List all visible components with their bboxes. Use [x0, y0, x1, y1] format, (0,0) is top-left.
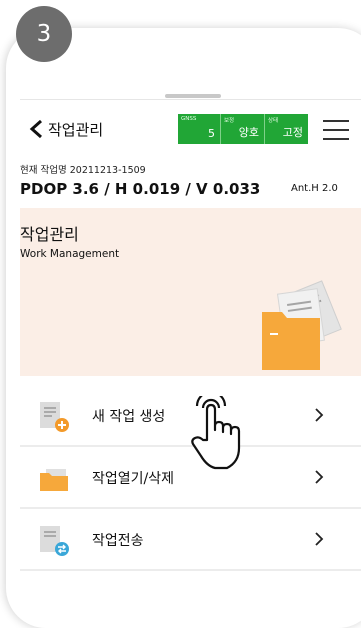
- app-screen: 작업관리 GNSS 5 보정 양호 상태 고정 현재 작업명 20211213-…: [20, 99, 361, 587]
- correction-cell: 보정 양호: [221, 114, 264, 144]
- menu-item-transfer[interactable]: 작업전송: [20, 512, 361, 568]
- header-title: 작업관리: [48, 121, 104, 139]
- step-badge: 3: [16, 6, 72, 62]
- new-document-icon: [40, 402, 69, 432]
- current-job-label: 현재 작업명 20211213-1509: [20, 165, 146, 176]
- folder-icon: [40, 469, 68, 491]
- gnss-status-panel[interactable]: GNSS 5 보정 양호 상태 고정: [178, 114, 308, 144]
- gnss-label: GNSS: [181, 116, 197, 122]
- chevron-right-icon: [315, 408, 324, 422]
- state-label: 상태: [268, 118, 279, 124]
- chevron-right-icon: [315, 532, 324, 546]
- state-cell: 상태 고정: [265, 114, 308, 144]
- state-value: 고정: [282, 126, 303, 139]
- chevron-right-icon: [315, 470, 324, 484]
- section-title: 작업관리: [20, 225, 79, 244]
- phone-speaker: [165, 94, 221, 98]
- folder-documents-icon: [262, 280, 342, 370]
- tap-gesture-hand-icon: [191, 396, 241, 470]
- menu-item-label: 새 작업 생성: [92, 409, 166, 425]
- hamburger-menu-icon[interactable]: [323, 120, 349, 142]
- work-management-banner: 작업관리 Work Management: [20, 208, 361, 376]
- gnss-cell: GNSS 5: [178, 114, 220, 144]
- dop-readout: PDOP 3.6 / H 0.019 / V 0.033: [20, 180, 261, 198]
- menu-item-label: 작업전송: [92, 533, 144, 549]
- correction-label: 보정: [224, 118, 235, 124]
- back-arrow-icon[interactable]: [26, 118, 48, 140]
- app-header: 작업관리 GNSS 5 보정 양호 상태 고정: [20, 100, 361, 156]
- antenna-height: Ant.H 2.0: [291, 183, 338, 194]
- transfer-document-icon: [40, 526, 69, 556]
- menu-item-label: 작업열기/삭제: [92, 471, 174, 487]
- section-subtitle: Work Management: [20, 248, 120, 260]
- gnss-count: 5: [208, 127, 215, 140]
- correction-value: 양호: [238, 126, 259, 139]
